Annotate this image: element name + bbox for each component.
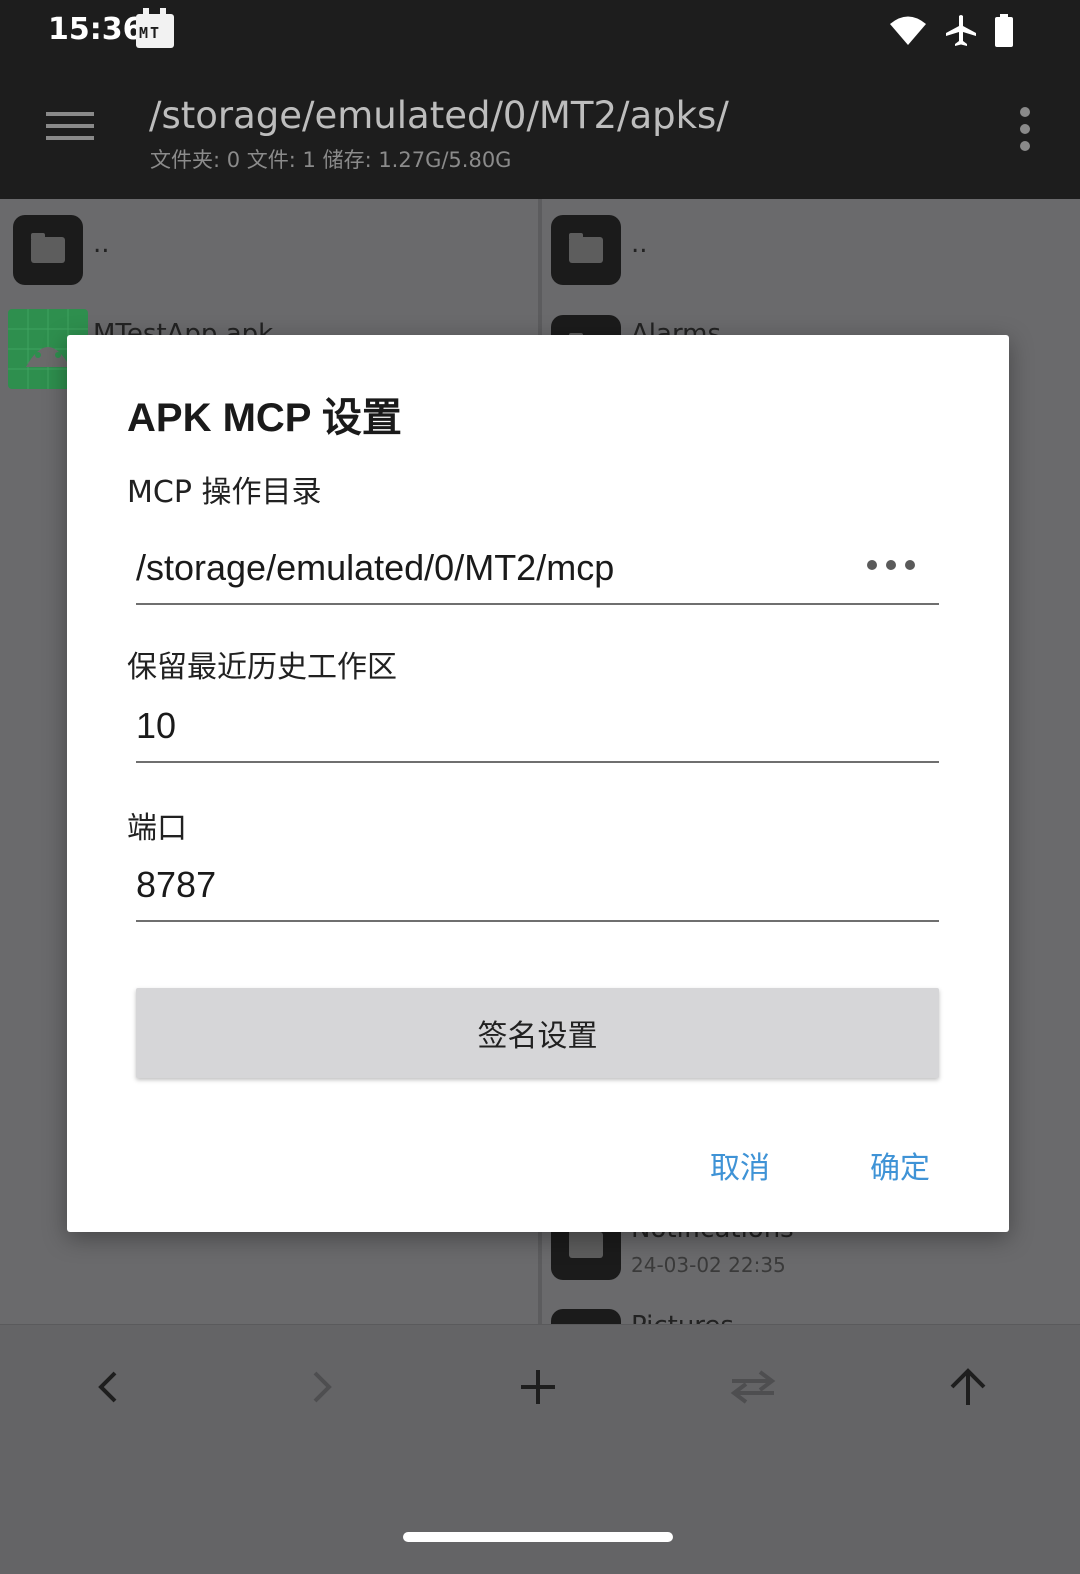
folder-icon[interactable] xyxy=(13,215,83,285)
mt-app-icon: MT xyxy=(136,8,174,48)
browse-dir-icon[interactable] xyxy=(867,553,915,577)
port-value[interactable]: 8787 xyxy=(136,864,216,906)
mcp-dir-label: MCP 操作目录 xyxy=(127,475,322,510)
home-indicator[interactable] xyxy=(403,1532,673,1542)
wifi-icon xyxy=(890,16,926,45)
arrow-up-icon xyxy=(950,1368,986,1405)
confirm-button[interactable]: 确定 xyxy=(870,1143,930,1187)
history-label: 保留最近历史工作区 xyxy=(127,650,397,685)
parent-dir-item[interactable]: .. xyxy=(93,229,110,259)
swap-arrows-icon xyxy=(730,1370,776,1404)
forward-button[interactable] xyxy=(292,1357,352,1417)
swap-panels-button[interactable] xyxy=(723,1357,783,1417)
more-options-icon[interactable] xyxy=(1018,106,1032,152)
folder-stats: 文件夹: 0 文件: 1 储存: 1.27G/5.80G xyxy=(150,148,512,172)
airplane-mode-icon xyxy=(946,15,976,46)
mt-badge-label: MT xyxy=(139,24,162,42)
mcp-dir-field[interactable]: /storage/emulated/0/MT2/mcp xyxy=(136,533,939,605)
add-button[interactable] xyxy=(508,1357,568,1417)
up-directory-button[interactable] xyxy=(938,1357,998,1417)
dialog-title: APK MCP 设置 xyxy=(127,396,402,440)
app-toolbar: /storage/emulated/0/MT2/apks/ 文件夹: 0 文件:… xyxy=(0,62,1080,199)
back-button[interactable] xyxy=(78,1357,138,1417)
port-label: 端口 xyxy=(127,811,187,846)
port-field[interactable]: 8787 xyxy=(136,850,939,922)
chevron-left-icon xyxy=(98,1371,117,1403)
mcp-dir-value[interactable]: /storage/emulated/0/MT2/mcp xyxy=(136,547,614,589)
battery-icon xyxy=(995,14,1013,47)
signature-settings-button[interactable]: 签名设置 xyxy=(136,988,939,1078)
folder-date: 24-03-02 22:35 xyxy=(631,1253,786,1277)
history-count-value[interactable]: 10 xyxy=(136,705,176,747)
plus-icon xyxy=(521,1370,555,1404)
bottom-navigation-bar xyxy=(0,1324,1080,1574)
status-time: 15:36 xyxy=(48,12,144,47)
history-count-field[interactable]: 10 xyxy=(136,691,939,763)
current-path: /storage/emulated/0/MT2/apks/ xyxy=(149,94,729,137)
parent-dir-item[interactable]: .. xyxy=(631,229,648,259)
hamburger-menu-icon[interactable] xyxy=(44,106,96,146)
apk-mcp-settings-dialog: APK MCP 设置 MCP 操作目录 /storage/emulated/0/… xyxy=(67,335,1009,1232)
status-bar: 15:36 MT xyxy=(0,0,1080,62)
cancel-button[interactable]: 取消 xyxy=(710,1143,770,1187)
chevron-right-icon xyxy=(313,1371,332,1403)
folder-icon[interactable] xyxy=(551,215,621,285)
